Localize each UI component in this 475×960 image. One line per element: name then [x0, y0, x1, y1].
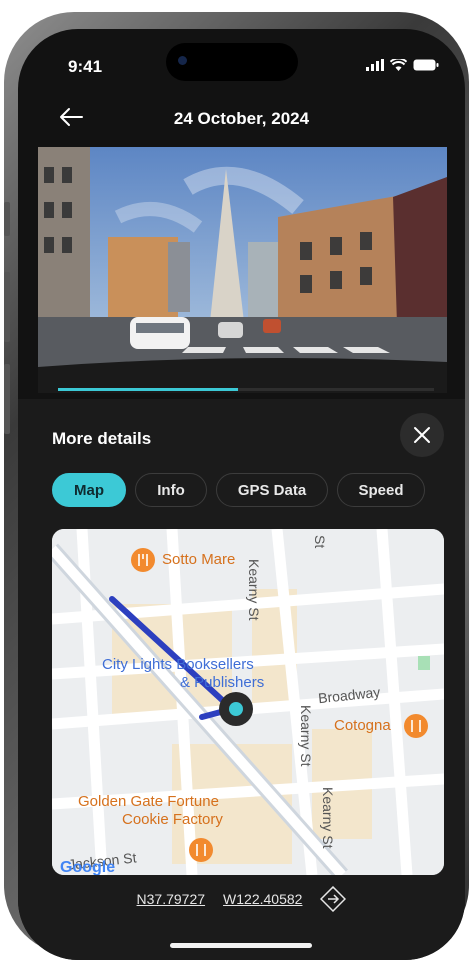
status-bar: 9:41	[18, 29, 465, 89]
volume-down-button	[4, 364, 10, 434]
close-icon	[414, 427, 430, 443]
battery-icon	[413, 59, 439, 71]
map-label-sotto-mare: Sotto Mare	[162, 551, 236, 568]
map-label-city-lights-1: City Lights Booksellers	[102, 656, 254, 673]
google-logo: Google	[60, 859, 116, 875]
details-sheet: More details Map Info GPS Data Speed Sot…	[18, 399, 465, 960]
mute-switch	[4, 202, 10, 236]
map-label-golden-gate-1: Golden Gate Fortune	[78, 793, 219, 810]
header: 24 October, 2024	[18, 104, 465, 144]
page-title: 24 October, 2024	[173, 109, 310, 128]
phone-frame: 9:41 24 October, 2024 More details Map I…	[4, 12, 469, 960]
map-label-kearny-st-2: Kearny St	[298, 705, 314, 767]
home-indicator[interactable]	[170, 943, 312, 948]
longitude-link[interactable]: W122.40582	[223, 891, 302, 907]
coordinates-row: N37.79727 W122.40582	[18, 886, 465, 912]
video-progress-track[interactable]	[58, 388, 434, 391]
tab-info[interactable]: Info	[135, 473, 207, 507]
details-heading: More details	[52, 429, 152, 448]
video-progress-fill	[58, 388, 239, 391]
tab-speed[interactable]: Speed	[337, 473, 425, 507]
tab-gps-data[interactable]: GPS Data	[216, 473, 328, 507]
map-label-st: St	[312, 535, 328, 549]
signal-icon	[366, 59, 384, 71]
video-player[interactable]	[38, 147, 447, 393]
close-button[interactable]	[400, 413, 444, 457]
camera-dot	[178, 56, 187, 65]
map-label-kearny-st-1: Kearny St	[246, 559, 262, 621]
map-label-city-lights-2: & Publishers	[180, 674, 265, 691]
video-frame	[38, 147, 447, 393]
tab-bar: Map Info GPS Data Speed	[52, 473, 425, 507]
navigate-arrow-icon[interactable]	[320, 886, 347, 912]
tab-map[interactable]: Map	[52, 473, 126, 507]
wifi-icon	[390, 59, 407, 71]
screen: 9:41 24 October, 2024 More details Map I…	[18, 29, 465, 960]
map-label-kearny-st-3: Kearny St	[320, 787, 336, 849]
restaurant-pin-icon	[131, 548, 155, 572]
latitude-link[interactable]: N37.79727	[137, 891, 206, 907]
volume-up-button	[4, 272, 10, 342]
map-view[interactable]: Sotto Mare Kearny St St City Lights Book…	[52, 529, 444, 875]
map-label-golden-gate-2: Cookie Factory	[122, 811, 223, 828]
map-label-cotogna: Cotogna	[334, 717, 391, 734]
status-icons	[366, 59, 439, 71]
status-time: 9:41	[68, 57, 103, 76]
